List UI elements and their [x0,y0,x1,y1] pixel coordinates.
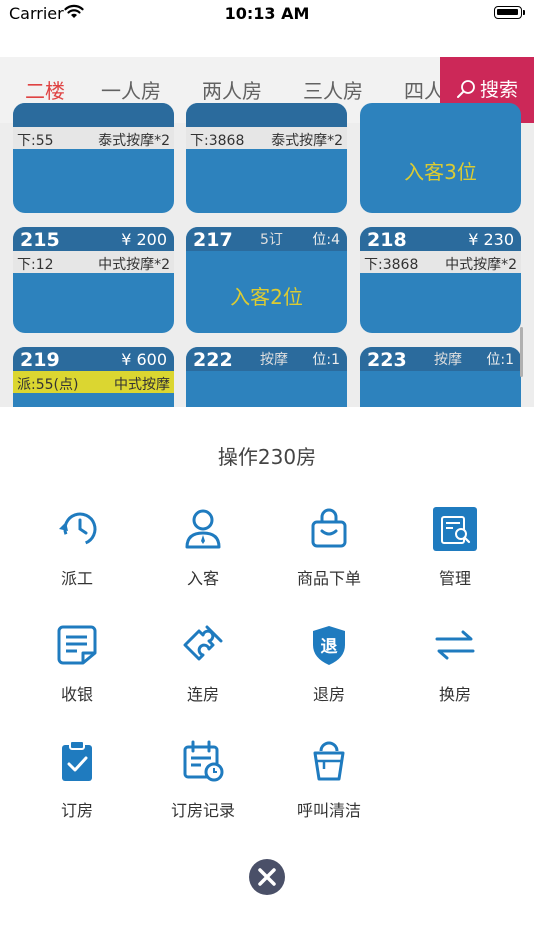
action-link-rooms[interactable]: 连房 [140,623,266,723]
dim-overlay[interactable] [0,57,534,407]
booking-calendar-icon [183,740,224,782]
action-label: 呼叫清洁 [296,801,361,820]
swap-arrows-icon [435,630,475,660]
action-label: 订房 [60,801,93,820]
clock: 10:13 AM [224,4,310,23]
action-check-in[interactable]: 入客 [140,507,266,607]
action-label: 收银 [60,685,93,704]
shopping-bag-icon [311,508,347,548]
action-book-room[interactable]: 订房 [14,739,140,839]
action-label: 换房 [438,685,471,704]
checkout-shield-icon: 退 [313,626,345,665]
action-label: 退房 [312,685,345,704]
action-order-goods[interactable]: 商品下单 [266,507,392,607]
action-label: 派工 [60,569,93,588]
battery-icon [494,6,522,19]
cleaning-bucket-icon [313,741,345,781]
action-change-room[interactable]: 换房 [392,623,518,723]
manage-doc-icon [433,507,477,551]
action-label: 管理 [438,569,471,588]
dispatch-clock-icon [59,512,97,546]
action-label: 连房 [186,685,219,704]
booking-clipboard-icon [62,740,92,781]
close-icon [258,868,276,886]
action-manage[interactable]: 管理 [392,507,518,607]
action-label: 订房记录 [170,801,235,820]
action-booking-records[interactable]: 订房记录 [140,739,266,839]
sheet-title: 操作230房 [217,445,317,469]
cashier-note-icon [57,625,97,665]
close-button[interactable] [249,859,285,895]
action-call-cleaning[interactable]: 呼叫清洁 [266,739,392,839]
action-check-out[interactable]: 退 退房 [266,623,392,723]
room-action-sheet: 操作230房 派工 入客 商品下单 管理 收银 连房 退 退房 换房 订房 订房… [0,407,534,950]
status-bar: Carrier 10:13 AM [0,0,534,30]
action-label: 入客 [186,569,219,588]
action-dispatch[interactable]: 派工 [14,507,140,607]
action-cashier[interactable]: 收银 [14,623,140,723]
action-label: 商品下单 [296,569,361,588]
checkout-badge-text: 退 [321,637,338,657]
battery-tip [523,10,525,15]
puzzle-icon [183,625,223,661]
guest-user-icon [185,509,221,549]
